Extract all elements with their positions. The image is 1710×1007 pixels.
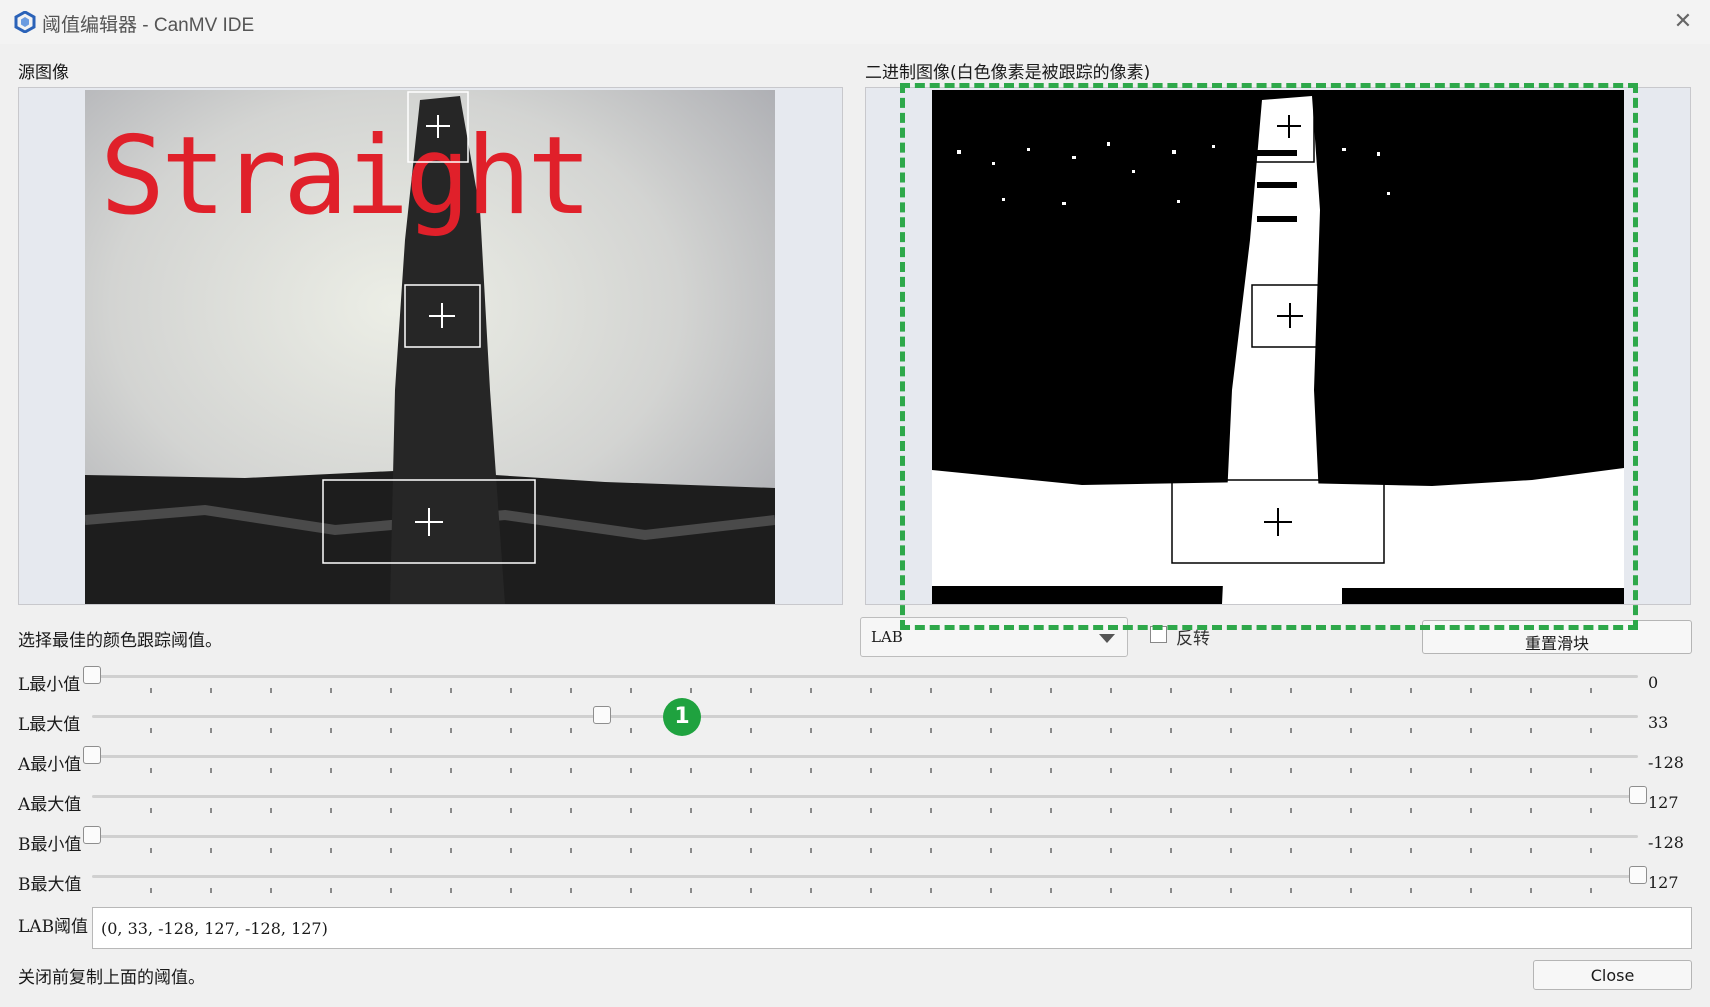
slider-track[interactable]: [92, 715, 1638, 718]
slider-handle[interactable]: [593, 706, 612, 724]
b-max-value: 127: [1648, 873, 1679, 892]
title-bar: 阈值编辑器 - CanMV IDE ✕: [0, 0, 1710, 44]
a-min-slider[interactable]: [83, 744, 1638, 774]
slider-ticks: [92, 848, 1638, 853]
source-image-label: 源图像: [18, 63, 69, 83]
slider-handle[interactable]: [83, 666, 101, 684]
slider-ticks: [92, 768, 1638, 773]
l-min-label: L最小值: [18, 675, 81, 695]
source-image-panel: Straight: [18, 87, 843, 605]
l-max-value: 33: [1648, 713, 1669, 732]
slider-handle[interactable]: [83, 746, 101, 764]
a-max-label: A最大值: [18, 795, 82, 815]
a-min-value: -128: [1648, 753, 1684, 772]
slider-track[interactable]: [92, 875, 1638, 878]
b-max-slider[interactable]: [92, 864, 1647, 894]
window-close-button[interactable]: ✕: [1668, 8, 1698, 36]
binary-image-panel: [865, 87, 1691, 605]
binary-image-label: 二进制图像(白色像素是被跟踪的像素): [865, 63, 1151, 83]
a-min-label: A最小值: [18, 755, 82, 775]
source-image: Straight: [85, 90, 775, 604]
slider-ticks: [92, 688, 1638, 693]
a-max-value: 127: [1648, 793, 1679, 812]
l-max-slider[interactable]: [92, 704, 1638, 734]
b-max-label: B最大值: [18, 875, 82, 895]
slider-track[interactable]: [92, 675, 1638, 678]
slider-handle[interactable]: [83, 826, 101, 844]
color-space-select[interactable]: LAB: [860, 617, 1128, 657]
l-min-value: 0: [1648, 673, 1659, 692]
invert-checkbox[interactable]: [1150, 626, 1167, 643]
slider-ticks: [92, 808, 1638, 813]
l-max-label: L最大值: [18, 715, 81, 735]
chevron-down-icon: [1099, 634, 1115, 643]
threshold-hint: 选择最佳的颜色跟踪阈值。: [18, 631, 222, 651]
slider-track[interactable]: [92, 795, 1638, 798]
lab-threshold-field[interactable]: (0, 33, -128, 127, -128, 127): [92, 907, 1692, 949]
window-title: 阈值编辑器 - CanMV IDE: [42, 15, 255, 36]
slider-handle[interactable]: [1629, 786, 1647, 804]
invert-label: 反转: [1176, 629, 1210, 649]
overlay-text-straight: Straight: [100, 114, 588, 239]
b-min-label: B最小值: [18, 835, 82, 855]
canmv-app-icon: [14, 11, 36, 33]
annotation-badge: 1: [663, 698, 701, 736]
slider-ticks: [92, 728, 1638, 733]
lab-threshold-label: LAB阈值: [18, 917, 89, 937]
reset-sliders-label: 重置滑块: [1524, 634, 1589, 653]
b-min-value: -128: [1648, 833, 1684, 852]
lab-threshold-value: (0, 33, -128, 127, -128, 127): [101, 919, 328, 938]
binary-image: [932, 90, 1624, 604]
color-space-value: LAB: [871, 628, 903, 646]
close-button-label: Close: [1590, 966, 1635, 985]
slider-track[interactable]: [92, 755, 1638, 758]
close-button[interactable]: Close: [1533, 960, 1692, 990]
reset-sliders-button[interactable]: 重置滑块: [1422, 620, 1692, 654]
l-min-slider[interactable]: [83, 664, 1638, 694]
slider-ticks: [92, 888, 1638, 893]
slider-track[interactable]: [92, 835, 1638, 838]
b-min-slider[interactable]: [83, 824, 1638, 854]
slider-handle[interactable]: [1629, 866, 1647, 884]
a-max-slider[interactable]: [92, 784, 1647, 814]
footer-note: 关闭前复制上面的阈值。: [18, 968, 205, 988]
